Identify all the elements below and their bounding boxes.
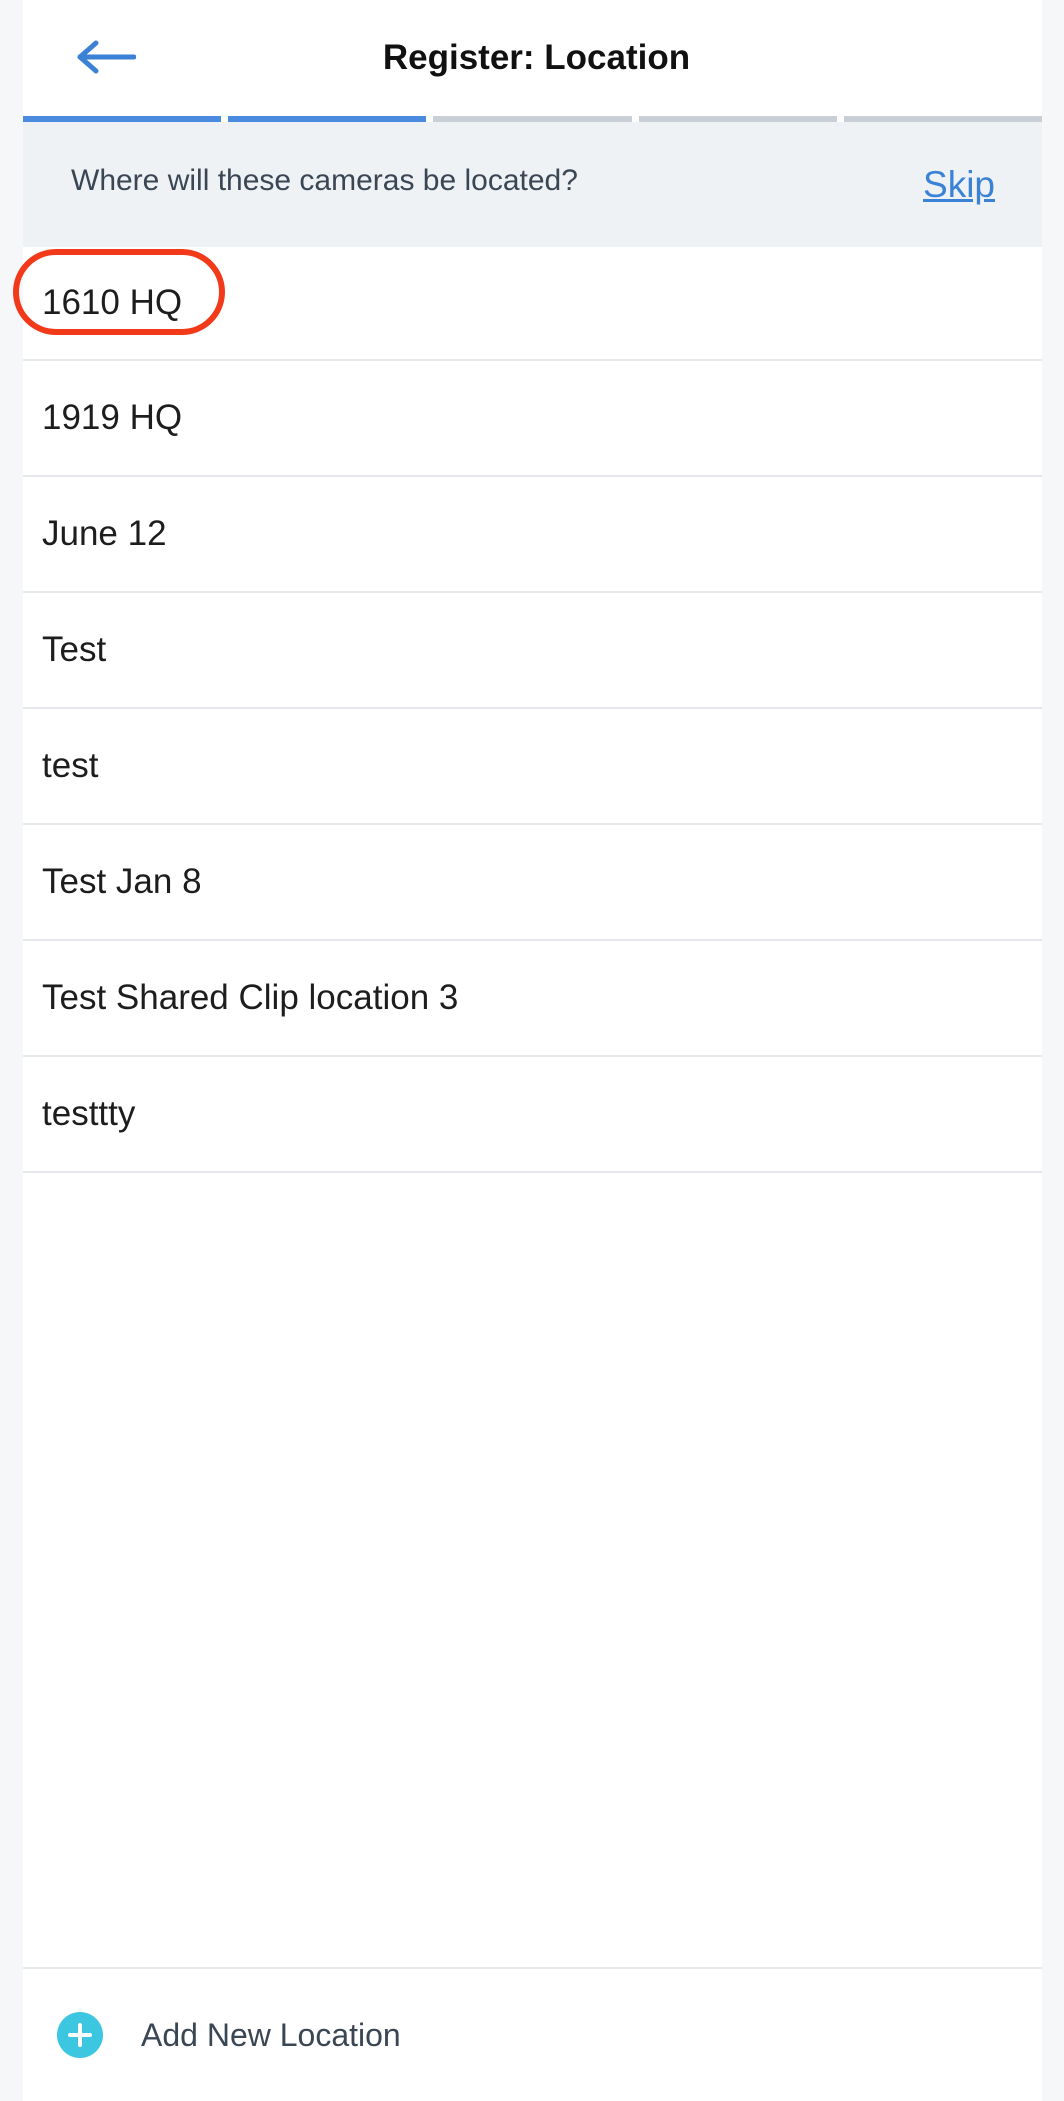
location-label: Test Jan 8	[42, 862, 202, 901]
prompt-text: Where will these cameras be located?	[71, 163, 578, 197]
location-register-screen: Register: Location Where will these came…	[13, 0, 1043, 2101]
location-item-test[interactable]: Test	[23, 593, 1042, 709]
location-label: test	[42, 746, 99, 785]
location-label: testtty	[42, 1094, 136, 1133]
progress-step-2	[228, 116, 427, 122]
back-button[interactable]	[70, 30, 142, 84]
location-item-test-jan-8[interactable]: Test Jan 8	[23, 825, 1042, 941]
location-item-1610-hq[interactable]: 1610 HQ	[13, 247, 1042, 361]
location-label: June 12	[42, 514, 167, 553]
add-new-location-label: Add New Location	[141, 2016, 401, 2053]
location-list: 1610 HQ 1919 HQ June 12 Test test Test J…	[13, 247, 1042, 1173]
location-item-test-lower[interactable]: test	[23, 709, 1042, 825]
location-item-june-12[interactable]: June 12	[23, 477, 1042, 593]
progress-step-1	[23, 116, 222, 122]
skip-link[interactable]: Skip	[923, 164, 995, 206]
location-label: Test Shared Clip location 3	[42, 978, 459, 1017]
location-prompt-banner: Where will these cameras be located? Ski…	[23, 122, 1042, 247]
progress-step-5	[843, 116, 1043, 122]
location-label: 1919 HQ	[42, 398, 183, 437]
arrow-left-icon	[77, 40, 136, 74]
progress-step-3	[433, 116, 632, 122]
location-label: 1610 HQ	[42, 283, 183, 322]
page-title: Register: Location	[382, 38, 691, 77]
progress-step-4	[638, 116, 837, 122]
plus-circle-icon	[57, 2012, 103, 2058]
app-header: Register: Location	[23, 0, 1042, 116]
add-new-location-button[interactable]: Add New Location	[23, 1967, 1042, 2101]
step-progress-bar	[23, 116, 1043, 122]
location-item-testtty[interactable]: testtty	[23, 1057, 1042, 1173]
location-item-1919-hq[interactable]: 1919 HQ	[23, 361, 1042, 477]
location-item-test-shared-clip[interactable]: Test Shared Clip location 3	[23, 941, 1042, 1057]
location-label: Test	[42, 630, 107, 669]
